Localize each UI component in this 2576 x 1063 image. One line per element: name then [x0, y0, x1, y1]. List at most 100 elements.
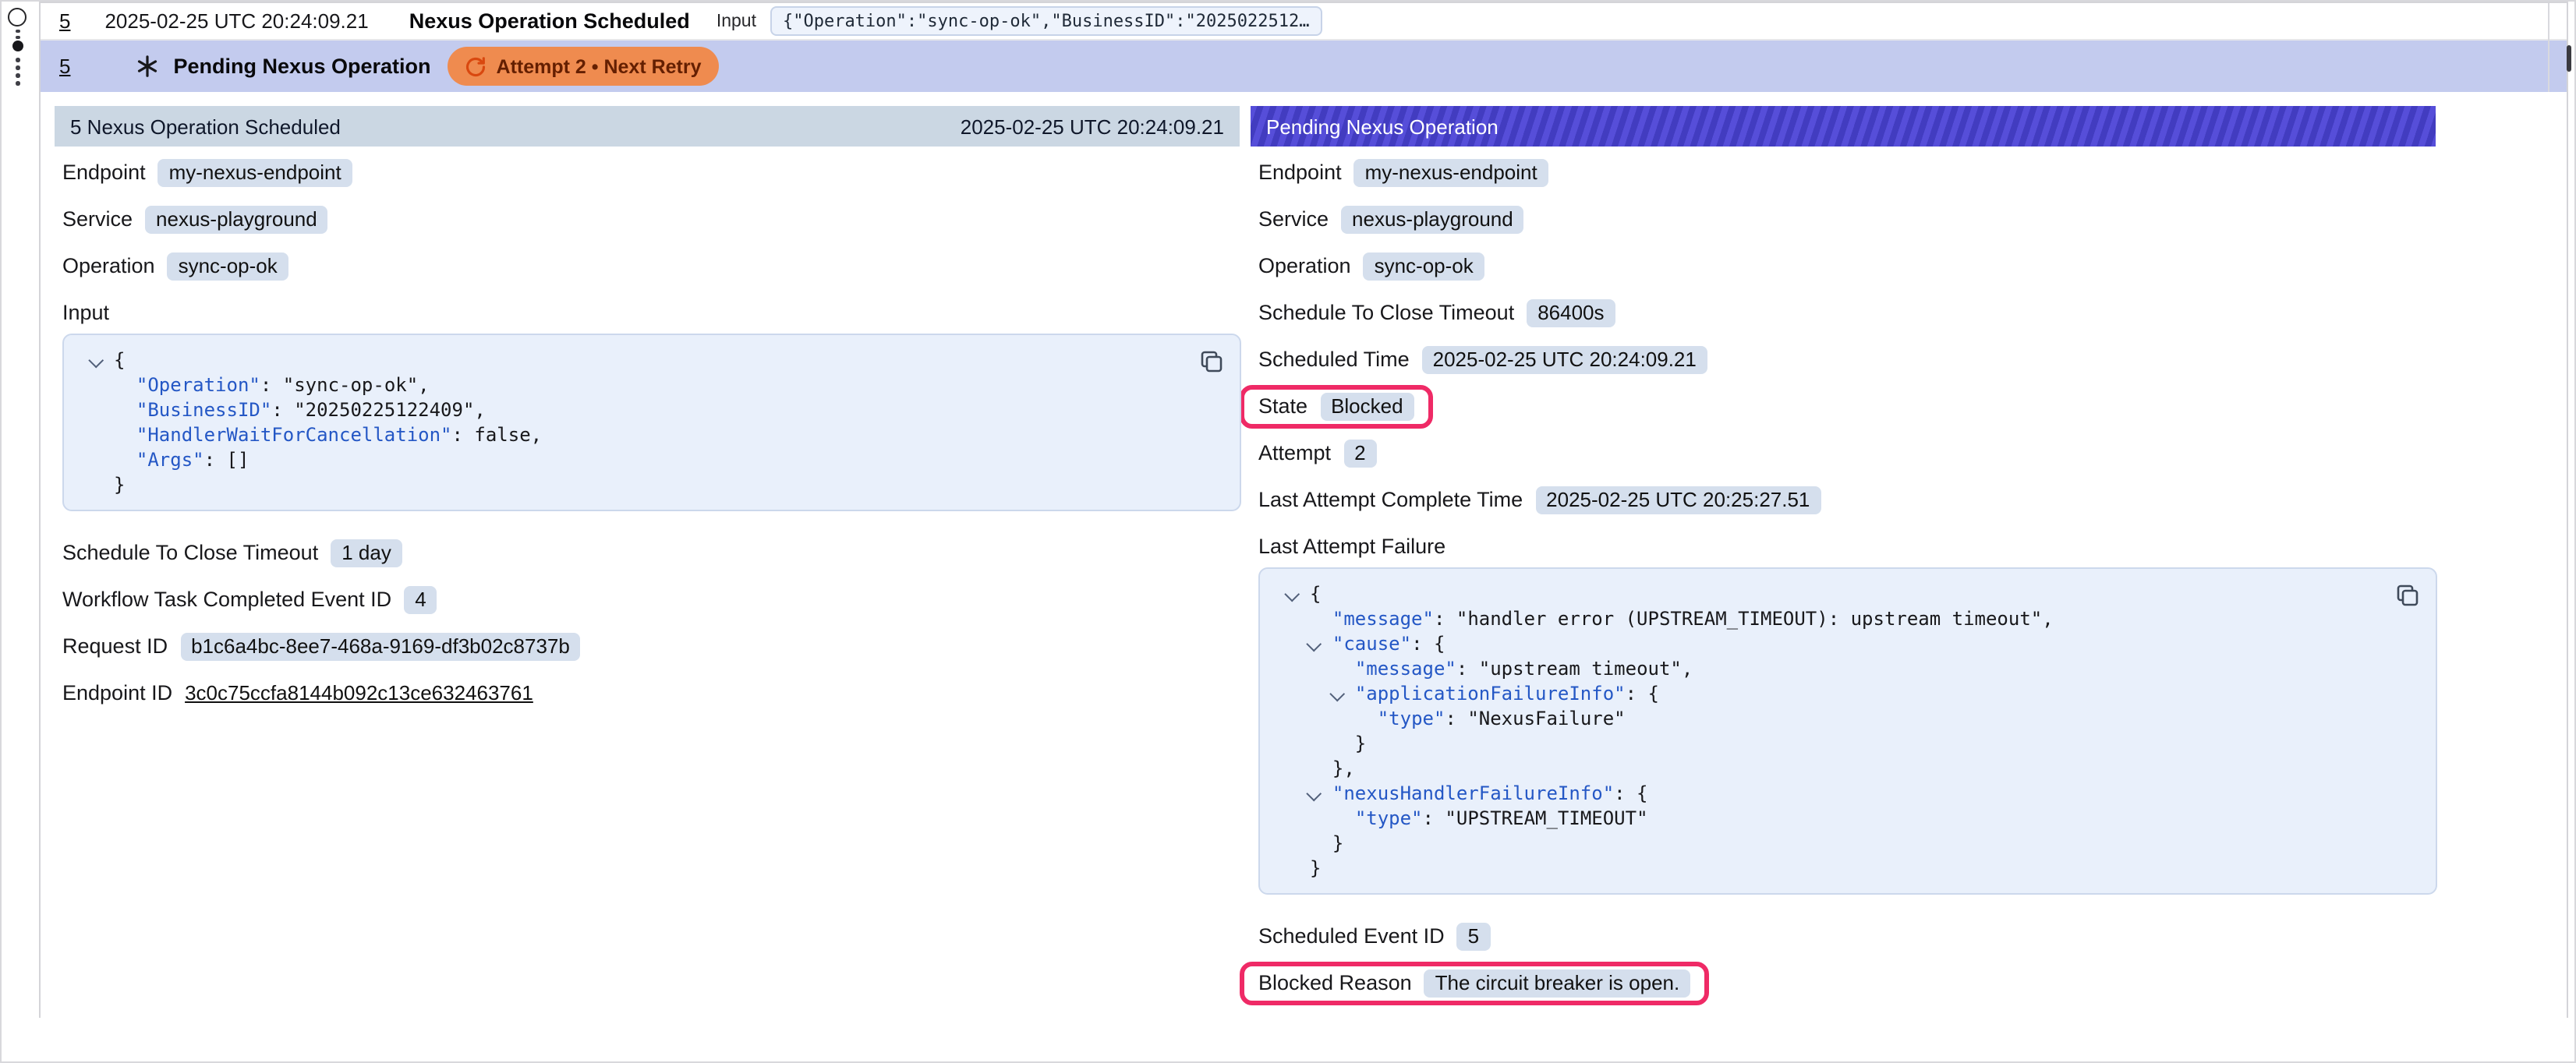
field-value: b1c6a4bc-8ee7-468a-9169-df3b02c8737b [180, 632, 581, 660]
event-detail-panel: 5 Nexus Operation Scheduled 2025-02-25 U… [55, 106, 1240, 723]
field-label: Schedule To Close Timeout [62, 541, 318, 564]
field-label: Endpoint [1258, 161, 1342, 184]
event-history-table: 5 2025-02-25 UTC 20:24:09.21 Nexus Opera… [39, 2, 2568, 1018]
timeline-dotted-line [16, 73, 19, 77]
event-summary-row[interactable]: 5 2025-02-25 UTC 20:24:09.21 Nexus Opera… [41, 3, 2567, 41]
field-value: 2025-02-25 UTC 20:24:09.21 [1422, 345, 1707, 373]
copy-icon [2395, 583, 2420, 608]
event-id-link[interactable]: 5 [59, 9, 70, 33]
copy-icon [1199, 349, 1224, 374]
timeline-node-ring-icon [8, 8, 27, 26]
pending-event-id-link[interactable]: 5 [59, 55, 70, 78]
event-detail-panel-body: Endpointmy-nexus-endpoint Service nexus-pl… [55, 147, 1240, 709]
input-code-block: { "Operation": "sync-op-ok", "BusinessID… [62, 334, 1241, 511]
copy-button[interactable] [2392, 580, 2423, 611]
field-label: Service [62, 207, 133, 231]
event-name: Nexus Operation Scheduled [409, 9, 690, 33]
code-line: } [1276, 731, 2380, 756]
field-value: 2025-02-25 UTC 20:25:27.51 [1535, 486, 1821, 514]
failure-group-label: Last Attempt Failure [1258, 530, 2436, 563]
code-line: "message": "handler error (UPSTREAM_TIME… [1276, 606, 2380, 631]
code-line: } [80, 472, 1184, 497]
annotation-highlight: State Blocked [1240, 384, 1433, 428]
collapse-caret-icon[interactable] [1307, 789, 1320, 801]
field-row: Schedule To Close Timeout 86400s [1258, 296, 2436, 329]
pending-operation-row[interactable]: 5 Pending Nexus Operation [41, 41, 2567, 92]
field-row: Endpointmy-nexus-endpoint [62, 156, 1240, 189]
field-list: Scheduled Event ID5Blocked ReasonThe cir… [1258, 920, 2436, 999]
pending-operation-panel-body: Endpoint my-nexus-endpoint Service nexus-pl… [1251, 147, 2436, 999]
event-timeline-strip [2, 2, 39, 1063]
field-list: Endpointmy-nexus-endpoint Service nexus-pl… [62, 156, 1240, 282]
field-value: sync-op-ok [168, 252, 288, 280]
field-row: Endpoint ID 3c0c75ccfa8144b092c13ce632463… [62, 676, 1240, 709]
code-line: "type": "UPSTREAM_TIMEOUT" [1276, 806, 2380, 831]
code-line: "type": "NexusFailure" [1276, 706, 2380, 731]
scrollbar-thumb[interactable] [2567, 45, 2571, 72]
timeline-dotted-line [16, 35, 19, 39]
input-group-label: Input [62, 296, 1240, 329]
workflow-history-page: 5 2025-02-25 UTC 20:24:09.21 Nexus Opera… [0, 0, 2576, 1063]
pending-operation-panel-header: Pending Nexus Operation [1251, 106, 2436, 147]
code-line: } [1276, 856, 2380, 881]
field-value: 4 [404, 585, 437, 613]
field-row: Scheduled Event ID5 [1258, 920, 2436, 952]
event-timestamp: 2025-02-25 UTC 20:24:09.21 [104, 9, 368, 33]
field-label: Scheduled Event ID [1258, 924, 1445, 948]
field-label: Operation [1258, 254, 1351, 277]
field-label: State [1258, 394, 1307, 418]
event-detail-area: 5 Nexus Operation Scheduled 2025-02-25 U… [41, 92, 2567, 1019]
copy-button[interactable] [1196, 346, 1227, 377]
code-lines: { "Operation": "sync-op-ok", "BusinessID… [80, 348, 1184, 497]
field-value-link[interactable]: 3c0c75ccfa8144b092c13ce632463761 [185, 681, 533, 705]
field-value: The circuit breaker is open. [1424, 969, 1691, 997]
panel-title: 5 Nexus Operation Scheduled [70, 115, 341, 138]
collapse-caret-icon[interactable] [1285, 589, 1297, 602]
field-label: Endpoint ID [62, 681, 172, 705]
code-line: "applicationFailureInfo": { [1276, 681, 2380, 706]
event-input-preview: {"Operation":"sync-op-ok","BusinessID":"… [770, 6, 1322, 36]
field-row: Service nexus-playground [62, 203, 1240, 235]
panel-timestamp: 2025-02-25 UTC 20:24:09.21 [961, 115, 1224, 138]
field-value: sync-op-ok [1364, 252, 1484, 280]
code-line: "BusinessID": "20250225122409", [80, 397, 1184, 422]
field-value: nexus-playground [145, 205, 328, 233]
panel-title: Pending Nexus Operation [1266, 115, 1499, 138]
field-value: Blocked [1320, 392, 1414, 420]
field-label: Schedule To Close Timeout [1258, 301, 1514, 324]
collapse-caret-icon[interactable] [89, 355, 101, 368]
field-label: Operation [62, 254, 155, 277]
field-row: Operation sync-op-ok [62, 249, 1240, 282]
code-lines: { "message": "handler error (UPSTREAM_TI… [1276, 581, 2380, 881]
timeline-dotted-line [16, 58, 19, 62]
field-label: Request ID [62, 634, 168, 658]
code-line: "Operation": "sync-op-ok", [80, 373, 1184, 397]
attempt-retry-label: Attempt 2 • Next Retry [497, 55, 702, 77]
pending-operation-title: Pending Nexus Operation [173, 55, 430, 78]
field-label: Service [1258, 207, 1329, 231]
field-label: Scheduled Time [1258, 348, 1410, 371]
event-input-label: Input [717, 12, 756, 30]
field-value: my-nexus-endpoint [1354, 158, 1548, 186]
collapse-caret-icon[interactable] [1307, 639, 1320, 652]
field-row: Schedule To Close Timeout 1 day [62, 536, 1240, 569]
field-row: Last Attempt Complete Time 2025-02-25 UTC… [1258, 483, 2436, 516]
timeline-dotted-line [16, 81, 19, 85]
field-row: Service nexus-playground [1258, 203, 2436, 235]
code-line: { [80, 348, 1184, 373]
code-line: "nexusHandlerFailureInfo": { [1276, 781, 2380, 806]
field-row: Scheduled Time 2025-02-25 UTC 20:24:09.21 [1258, 343, 2436, 376]
field-list: Endpoint my-nexus-endpoint Service nexus-pl… [1258, 156, 2436, 516]
field-value: 1 day [331, 539, 402, 567]
field-label: Endpoint [62, 161, 146, 184]
screen: 5 2025-02-25 UTC 20:24:09.21 Nexus Opera… [0, 0, 2576, 1063]
field-value: 2 [1343, 439, 1376, 467]
field-list: Schedule To Close Timeout1 dayWorkflow T… [62, 536, 1240, 709]
field-row: Request ID b1c6a4bc-8ee7-468a-9169-df3b02… [62, 630, 1240, 662]
field-value: 86400s [1527, 298, 1615, 327]
field-label: Last Attempt Complete Time [1258, 488, 1523, 511]
field-value: nexus-playground [1341, 205, 1524, 233]
collapse-caret-icon[interactable] [1330, 689, 1343, 701]
code-line: "HandlerWaitForCancellation": false, [80, 422, 1184, 447]
rows-scroll-divider [2548, 3, 2549, 92]
